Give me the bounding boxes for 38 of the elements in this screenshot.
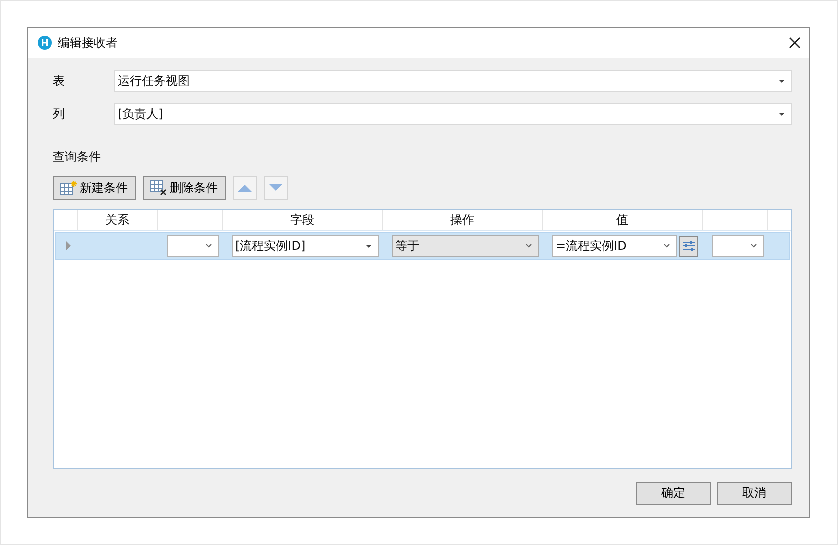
column-header: 值 bbox=[543, 210, 703, 230]
dropdown-field[interactable] bbox=[712, 235, 764, 257]
dropdown-field[interactable]: =流程实例ID bbox=[552, 235, 677, 257]
dropdown-arrow-icon bbox=[779, 80, 785, 82]
sliders-icon bbox=[682, 241, 694, 251]
column-header: 关系 bbox=[78, 210, 158, 230]
dropdown-field[interactable]: 运行任务视图 bbox=[114, 70, 792, 92]
dropdown-field[interactable]: [流程实例ID] bbox=[232, 235, 378, 257]
app-logo-icon bbox=[38, 36, 52, 50]
field-label: 列 bbox=[53, 106, 66, 122]
condition-row[interactable]: [流程实例ID] 等于 =流程实例ID bbox=[55, 232, 790, 260]
row-pointer-icon bbox=[66, 241, 70, 251]
field-label: 表 bbox=[53, 72, 66, 90]
dropdown-arrow-icon bbox=[779, 112, 785, 116]
dropdown-field[interactable] bbox=[166, 235, 218, 257]
delete-condition-button[interactable]: 删除条件 bbox=[143, 176, 226, 200]
window-title: 编辑接收者 bbox=[58, 34, 119, 52]
down-arrow-icon bbox=[269, 184, 283, 192]
dropdown-field[interactable]: 等于 bbox=[392, 235, 538, 257]
dropdown-field[interactable]: [负责人] bbox=[114, 103, 792, 125]
new-condition-button[interactable]: 新建条件 bbox=[53, 176, 136, 200]
chevron-icon bbox=[750, 244, 756, 248]
move-down-button[interactable] bbox=[264, 176, 288, 200]
new-table-icon bbox=[60, 180, 78, 196]
column-header: 操作 bbox=[383, 210, 543, 230]
move-up-button[interactable] bbox=[233, 176, 257, 200]
chevron-icon bbox=[664, 244, 670, 248]
up-arrow-icon bbox=[238, 184, 252, 192]
settings-button[interactable] bbox=[679, 236, 698, 256]
chevron-icon bbox=[206, 244, 212, 248]
column-header: 字段 bbox=[223, 210, 383, 230]
section-label: 查询条件 bbox=[53, 149, 102, 166]
dropdown-arrow-icon bbox=[366, 244, 372, 248]
close-icon[interactable] bbox=[789, 37, 801, 49]
delete-table-icon bbox=[150, 180, 168, 196]
ok-button[interactable]: 确定 bbox=[636, 482, 711, 505]
chevron-icon bbox=[526, 244, 532, 248]
cancel-button[interactable]: 取消 bbox=[717, 482, 792, 505]
